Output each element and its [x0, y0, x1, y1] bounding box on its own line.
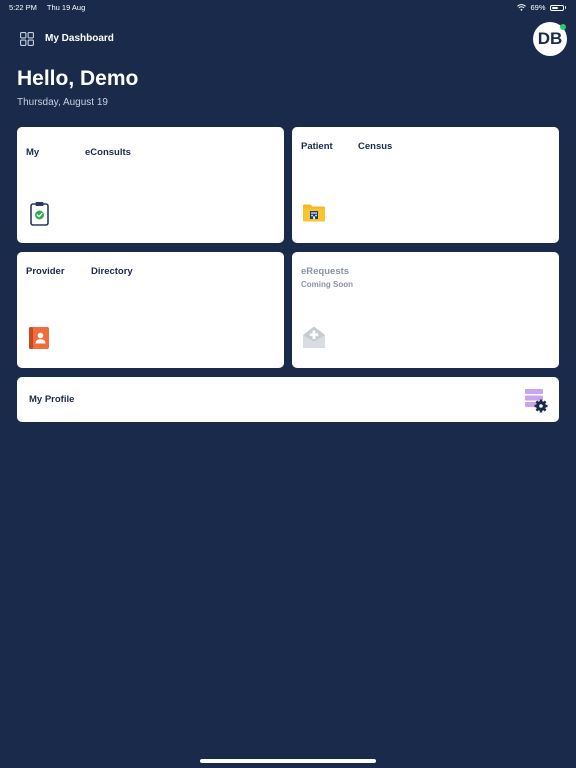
status-right: 69% [517, 3, 566, 12]
status-left: 5:22 PM Thu 19 Aug [9, 3, 93, 12]
census-title-word2: Census [358, 141, 393, 152]
status-date: Thu 19 Aug [46, 3, 86, 12]
hospital-folder-icon [303, 204, 325, 222]
grid-menu-icon[interactable] [20, 32, 34, 46]
greeting-date: Thursday, August 19 [17, 97, 108, 108]
patient-census-card[interactable]: Patient Census [292, 127, 559, 243]
my-profile-card[interactable]: My Profile [17, 377, 559, 422]
page-title: My Dashboard [45, 33, 114, 44]
erequests-card: eRequests Coming Soon [292, 252, 559, 368]
greeting-heading: Hello, Demo [17, 67, 139, 90]
settings-stack-icon [525, 389, 548, 413]
battery-icon [549, 4, 564, 11]
provider-directory-card[interactable]: Provider Directory [17, 252, 284, 368]
erequests-title: eRequests [301, 266, 350, 277]
profile-title: My Profile [29, 394, 75, 405]
battery-fill [551, 6, 559, 9]
battery-percent: 69% [530, 3, 546, 12]
directory-title-word2: Directory [91, 266, 133, 277]
directory-title-word1: Provider [26, 266, 65, 277]
avatar[interactable]: DB [533, 22, 567, 56]
avatar-initials: DB [537, 29, 563, 48]
erequests-subtitle: Coming Soon [301, 280, 353, 289]
census-title-word1: Patient [301, 141, 333, 152]
status-bar: 5:22 PM Thu 19 Aug 69% [0, 0, 576, 14]
econsults-title-word2: eConsults [85, 147, 131, 158]
contact-book-icon [29, 327, 49, 349]
status-time: 5:22 PM [9, 3, 37, 12]
econsults-card[interactable]: My eConsults [17, 127, 284, 243]
battery-tip [564, 6, 566, 9]
home-indicator[interactable] [200, 759, 376, 763]
clipboard-check-icon [30, 202, 49, 226]
top-bar: My Dashboard DB [0, 22, 576, 58]
medical-envelope-icon [303, 326, 325, 348]
online-status-dot [560, 24, 566, 30]
econsults-title-word1: My [26, 147, 40, 158]
wifi-icon [517, 4, 527, 11]
